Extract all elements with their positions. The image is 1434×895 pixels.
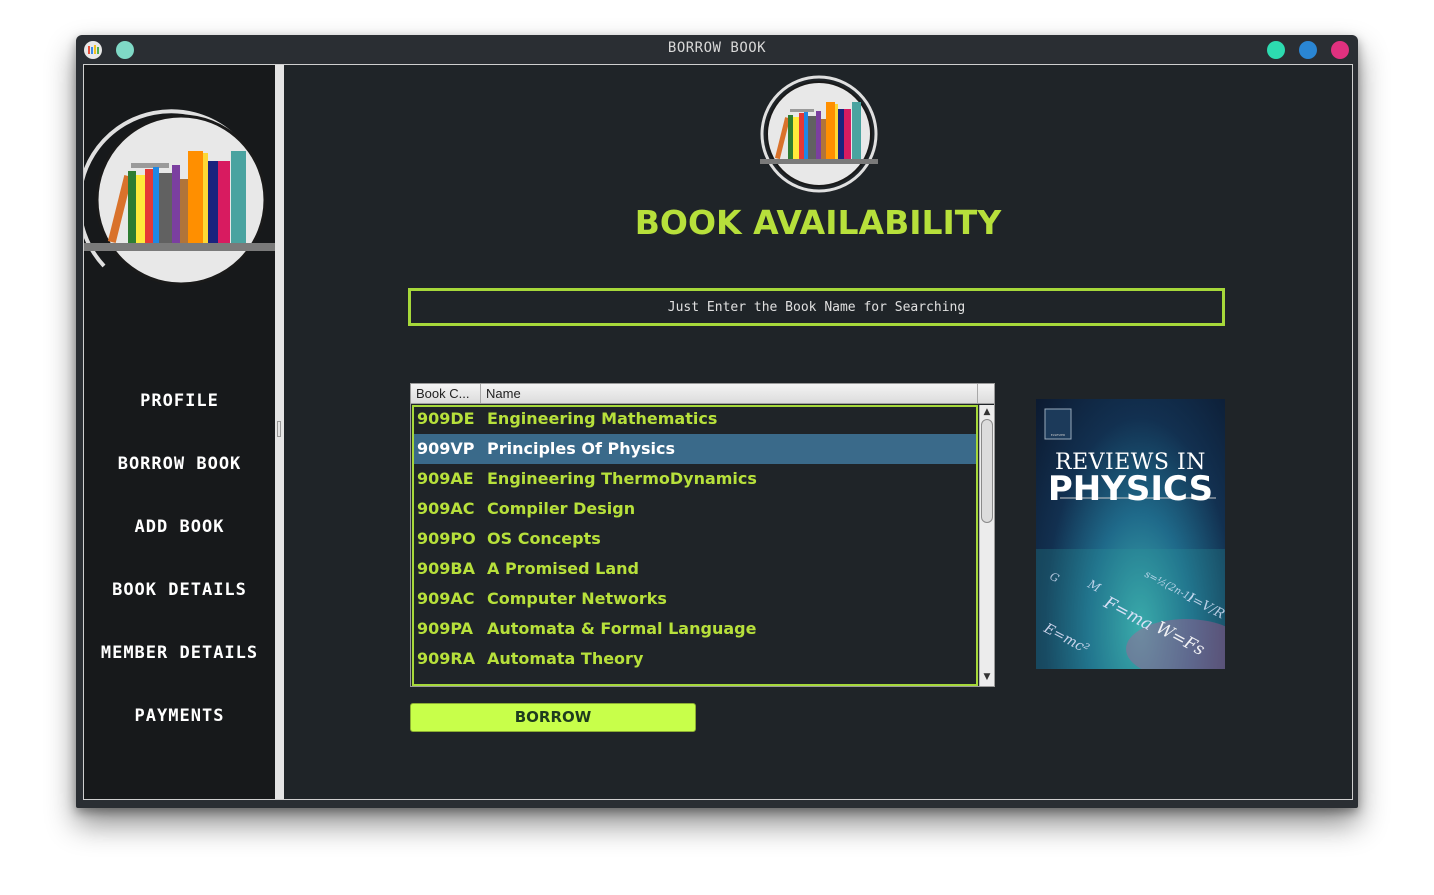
title-bar[interactable]: BORROW BOOK xyxy=(76,35,1358,64)
column-divider[interactable] xyxy=(480,384,481,403)
column-header-name[interactable]: Name xyxy=(486,386,521,401)
book-code-cell: 909AC xyxy=(417,589,475,608)
table-row[interactable]: 909DE Engineering Mathematics xyxy=(414,407,976,434)
table-row[interactable]: 909AC Compiler Design xyxy=(414,494,976,524)
table-row[interactable]: 909RA Automata Theory xyxy=(414,644,976,674)
book-name-cell: Engineering Mathematics xyxy=(487,409,718,428)
book-name-cell: Principles Of Physics xyxy=(487,439,676,458)
table-body: 909DE Engineering Mathematics 909VP Prin… xyxy=(412,405,978,686)
book-name-cell: Automata Theory xyxy=(487,649,644,668)
divider-grip-icon[interactable] xyxy=(277,421,281,437)
book-code-cell: 909DE xyxy=(417,409,475,428)
scroll-up-arrow-icon[interactable]: ▲ xyxy=(982,407,992,417)
column-divider xyxy=(977,384,978,403)
book-name-cell: OS Concepts xyxy=(487,529,601,548)
book-name-cell: Compiler Design xyxy=(487,499,636,518)
book-code-cell: 909RA xyxy=(417,649,476,668)
nav-payments[interactable]: PAYMENTS xyxy=(84,706,275,726)
minimize-button[interactable] xyxy=(1267,41,1285,59)
elsevier-logo-icon: ELSEVIER xyxy=(1050,433,1066,437)
nav-book-details[interactable]: BOOK DETAILS xyxy=(84,580,275,600)
book-name-cell: Computer Networks xyxy=(487,589,667,608)
books-table[interactable]: Book C... Name 909DE Engineering Mathema… xyxy=(410,383,995,687)
nav-borrow-book[interactable]: BORROW BOOK xyxy=(84,454,275,474)
book-name-cell: A Promised Land xyxy=(487,559,639,578)
table-scrollbar[interactable]: ▲ ▼ xyxy=(979,405,994,686)
close-button[interactable] xyxy=(1331,41,1349,59)
sidebar: PROFILE BORROW BOOK ADD BOOK BOOK DETAIL… xyxy=(77,65,275,799)
table-row[interactable]: 909PA Automata & Formal Language xyxy=(414,614,976,644)
nav-add-book[interactable]: ADD BOOK xyxy=(84,517,275,537)
page-title: BOOK AVAILABILITY xyxy=(634,203,1002,242)
column-header-book-code[interactable]: Book C... xyxy=(416,386,478,401)
book-code-cell: 909AC xyxy=(417,499,475,518)
book-code-cell: 909PA xyxy=(417,619,474,638)
table-row[interactable]: 909AE Engineering ThermoDynamics xyxy=(414,464,976,494)
window-title: BORROW BOOK xyxy=(667,40,767,56)
book-name-cell: Automata & Formal Language xyxy=(487,619,757,638)
table-row[interactable]: 909AC Computer Networks xyxy=(414,584,976,614)
table-row[interactable]: 909PO OS Concepts xyxy=(414,524,976,554)
nav-member-details[interactable]: MEMBER DETAILS xyxy=(84,643,275,663)
bookshelf-logo-icon xyxy=(77,103,275,298)
table-header: Book C... Name xyxy=(411,384,994,404)
scrollbar-thumb[interactable] xyxy=(981,419,993,523)
book-cover-image: ELSEVIER REVIEWS IN PHYSICS F=ma E=mc² W… xyxy=(1036,399,1225,669)
table-row[interactable]: 909BA A Promised Land xyxy=(414,554,976,584)
book-code-cell: 909PO xyxy=(417,529,476,548)
book-code-cell: 909BA xyxy=(417,559,475,578)
book-name-cell: Engineering ThermoDynamics xyxy=(487,469,757,488)
borrow-button[interactable]: BORROW xyxy=(410,703,696,732)
cover-title-line2: PHYSICS xyxy=(1047,469,1214,509)
search-input[interactable] xyxy=(408,288,1225,326)
content-area: PROFILE BORROW BOOK ADD BOOK BOOK DETAIL… xyxy=(77,64,1353,800)
book-code-cell: 909AE xyxy=(417,469,474,488)
borrow-book-window: BORROW BOOK PROFILE BORROW BOOK ADD BOOK… xyxy=(76,35,1358,808)
book-code-cell: 909VP xyxy=(417,439,475,458)
table-row-selected[interactable]: 909VP Principles Of Physics xyxy=(414,434,976,464)
bookshelf-logo-icon xyxy=(758,73,880,195)
maximize-button[interactable] xyxy=(1299,41,1317,59)
nav-profile[interactable]: PROFILE xyxy=(84,391,275,411)
scroll-down-arrow-icon[interactable]: ▼ xyxy=(982,672,992,682)
